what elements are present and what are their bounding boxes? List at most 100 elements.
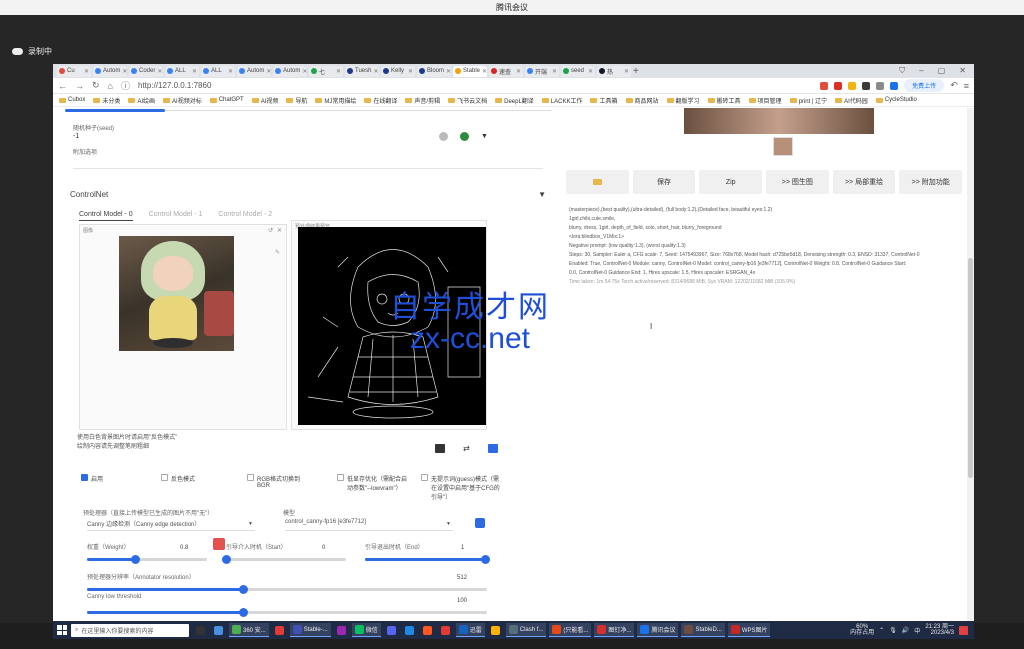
close-tab-icon[interactable]: ✕: [588, 68, 593, 75]
refresh-icon[interactable]: [475, 518, 485, 528]
browser-tab[interactable]: 七 ✕: [309, 65, 343, 77]
extension-icon[interactable]: [862, 81, 871, 90]
browser-tab[interactable]: Cu ✕: [57, 65, 91, 77]
bookmark-item[interactable]: print | 辽宁: [789, 96, 827, 105]
undo-icon[interactable]: ↶: [950, 80, 958, 91]
browser-tab[interactable]: seed ✕: [561, 65, 595, 77]
close-tab-icon[interactable]: ✕: [302, 68, 307, 75]
bookmark-item[interactable]: 工具箱: [590, 96, 618, 105]
browser-tab[interactable]: Bloom ✕: [417, 65, 451, 77]
input-image-box[interactable]: 图像 ↺ ✕ ✎: [79, 224, 287, 430]
reload-icon[interactable]: ↻: [92, 80, 100, 91]
checkbox-icon[interactable]: [81, 474, 88, 481]
checkbox-icon[interactable]: [421, 474, 428, 481]
slider-knob[interactable]: [481, 555, 490, 564]
taskbar-app[interactable]: Clash f...: [505, 623, 547, 637]
camera-icon[interactable]: [487, 444, 498, 453]
open-folder-button[interactable]: [566, 170, 629, 194]
red-tool-icon[interactable]: [213, 538, 225, 550]
notification-icon[interactable]: [959, 625, 968, 635]
save-button[interactable]: 保存: [632, 170, 696, 194]
taskbar-app[interactable]: 图钉净...: [594, 623, 635, 637]
taskbar-app[interactable]: [420, 623, 435, 637]
checkbox-icon[interactable]: [161, 474, 168, 481]
extra-options-label[interactable]: 附加选项: [73, 147, 97, 156]
menu-icon[interactable]: ≡: [964, 81, 969, 91]
close-tab-icon[interactable]: ✕: [192, 68, 197, 75]
bookmark-item[interactable]: 在线翻译: [364, 96, 397, 105]
bookmark-item[interactable]: 项目管理: [748, 96, 782, 105]
browser-tab[interactable]: Kelly ✕: [381, 65, 415, 77]
browser-tab[interactable]: 热 ✕: [597, 65, 631, 77]
close-tab-icon[interactable]: ✕: [84, 68, 89, 75]
close-tab-icon[interactable]: ✕: [336, 68, 341, 75]
taskbar-app[interactable]: 腾讯会议: [637, 623, 679, 637]
browser-tab[interactable]: 开端 ✕: [525, 65, 559, 77]
close-tab-icon[interactable]: ✕: [446, 68, 451, 75]
close-tab-icon[interactable]: ✕: [408, 68, 413, 75]
taskbar-app[interactable]: 微信: [351, 623, 381, 637]
taskbar-app[interactable]: Stable-...: [289, 623, 331, 637]
lowvram-checkbox[interactable]: 低显存优化（需配合启动参数"--lowvram"）: [337, 474, 407, 492]
resolution-value[interactable]: 512: [457, 575, 467, 581]
bookmark-item[interactable]: LACKK工作: [541, 96, 582, 105]
recording-indicator[interactable]: 录制中: [12, 46, 52, 57]
output-thumbnail[interactable]: [773, 137, 793, 156]
checkbox-icon[interactable]: [247, 474, 254, 481]
extension-icon[interactable]: [834, 81, 843, 90]
browser-tab[interactable]: ALL ✕: [165, 65, 199, 77]
extension-icon[interactable]: [876, 81, 885, 90]
seed-input[interactable]: -1: [73, 133, 79, 140]
canny-threshold-value[interactable]: 100: [457, 598, 467, 604]
close-tab-icon[interactable]: ✕: [482, 68, 487, 75]
browser-tab[interactable]: Stable ✕: [453, 65, 487, 77]
tab-control-model-0[interactable]: Control Model - 0: [79, 211, 133, 221]
taskbar-search[interactable]: ⌕ 在这里输入你要搜索的内容: [71, 623, 189, 637]
speaker-icon[interactable]: 🔊: [902, 627, 909, 634]
taskbar-app[interactable]: [384, 623, 399, 637]
taskbar-app[interactable]: [193, 623, 208, 637]
close-tab-icon[interactable]: ✕: [157, 68, 162, 75]
tab-control-model-1[interactable]: Control Model - 1: [149, 211, 203, 221]
weight-slider[interactable]: [87, 555, 207, 564]
bookmark-item[interactable]: CycleStudio: [875, 97, 917, 103]
minimize-icon[interactable]: –: [919, 66, 923, 76]
ime-lang[interactable]: 中: [914, 626, 920, 635]
new-tab-button[interactable]: +: [633, 66, 643, 77]
close-tab-icon[interactable]: ✕: [228, 68, 233, 75]
taskbar-app[interactable]: WPS图片: [727, 623, 771, 637]
new-canvas-icon[interactable]: [435, 444, 445, 453]
bookmark-item[interactable]: Cubox: [59, 97, 85, 103]
back-icon[interactable]: ←: [58, 81, 67, 91]
send-to-extras-button[interactable]: >> 附加功能: [899, 170, 963, 194]
slider-knob[interactable]: [239, 585, 248, 594]
upload-button[interactable]: 免费上传: [904, 79, 945, 92]
extension-icon[interactable]: [848, 81, 857, 90]
close-tab-icon[interactable]: ✕: [122, 68, 127, 75]
extension-icon[interactable]: [820, 81, 829, 90]
close-tab-icon[interactable]: ✕: [624, 68, 629, 75]
send-to-img2img-button[interactable]: >> 图生图: [766, 170, 829, 194]
expand-icon[interactable]: ▼: [481, 133, 488, 140]
preprocessor-select[interactable]: Canny 边缘检测（Canny edge detection） ▼: [87, 519, 255, 531]
close-tab-icon[interactable]: ✕: [516, 68, 521, 75]
slider-knob[interactable]: [239, 608, 248, 617]
clock[interactable]: 21:23 周一 2023/4/3: [925, 624, 954, 636]
undo-icon[interactable]: ↺: [268, 227, 273, 234]
weight-value[interactable]: 0.8: [180, 545, 188, 551]
bookmark-item[interactable]: 翻版学习: [666, 96, 700, 105]
brush-icon[interactable]: ✎: [275, 249, 280, 256]
browser-tab[interactable]: 速查 ✕: [489, 65, 523, 77]
chevron-up-icon[interactable]: ⌃: [879, 627, 884, 634]
shield-icon[interactable]: ⛉: [899, 66, 905, 76]
page-scrollbar[interactable]: [967, 108, 974, 621]
mic-icon[interactable]: 🎙: [889, 627, 897, 634]
browser-tab[interactable]: ALL ✕: [201, 65, 235, 77]
swap-icon[interactable]: ⇄: [463, 444, 470, 453]
taskbar-app[interactable]: 迅雷: [455, 623, 485, 637]
bookmark-item[interactable]: AI代码园: [835, 96, 868, 105]
bookmark-item[interactable]: 飞书云文档: [448, 96, 487, 105]
browser-tab[interactable]: Autom ✕: [237, 65, 271, 77]
scrollbar-thumb[interactable]: [968, 258, 973, 478]
controlnet-header[interactable]: ControlNet ▼: [70, 190, 550, 202]
